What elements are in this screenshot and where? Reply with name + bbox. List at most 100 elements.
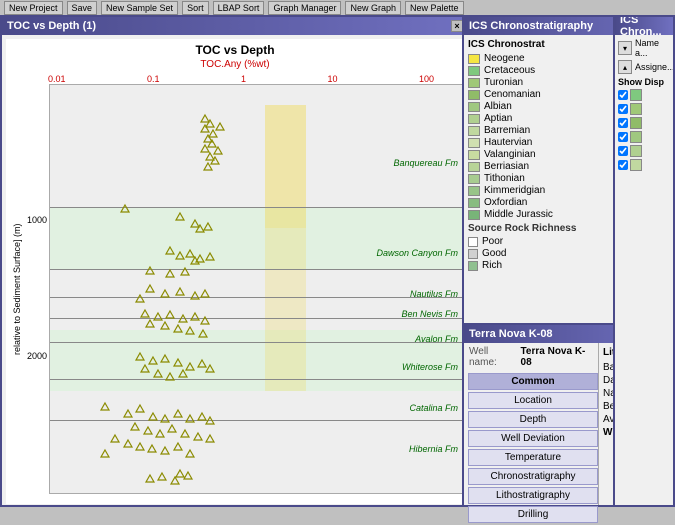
assigned-label: Assigne... — [635, 62, 675, 72]
right-panel-title-bar: ICS Chron... — [615, 17, 673, 35]
tithonian-label: Tithonian — [484, 173, 525, 184]
panel-buttons: Common Location Depth Well Deviation Tem… — [464, 371, 598, 525]
show-disp-label: Show Disp — [618, 77, 670, 87]
neogene-swatch — [468, 54, 480, 64]
well-name-label: Well name: — [469, 346, 517, 368]
valanginian-label: Valanginian — [484, 149, 536, 160]
cenomanian-label: Cenomanian — [484, 89, 541, 100]
new-graph-button[interactable]: New Graph — [345, 1, 401, 15]
x-axis: 0.01 0.1 1 10 100 — [6, 74, 464, 84]
y-axis-ticks: 1000 2000 — [24, 84, 49, 494]
kimmeridgian-label: Kimmeridgian — [484, 185, 545, 196]
kimmeridgian-swatch — [468, 186, 480, 196]
good-label: Good — [482, 248, 506, 259]
oxfordian-label: Oxfordian — [484, 197, 527, 208]
valanginian-swatch — [468, 150, 480, 160]
graph-manager-button[interactable]: Graph Manager — [268, 1, 341, 15]
terranova-window-title: Terra Nova K-08 — [469, 328, 553, 340]
assigned-check-icon[interactable]: ▴ — [618, 60, 632, 74]
middle-jurassic-label: Middle Jurassic — [484, 209, 553, 220]
temperature-button[interactable]: Temperature — [468, 449, 598, 466]
right-panel-section: ▾ Name a... ▴ Assigne... Show Disp — [615, 35, 673, 176]
right-panel-title: ICS Chron... — [620, 15, 668, 38]
sort-button[interactable]: Sort — [182, 1, 209, 15]
swatch-check-1[interactable] — [618, 90, 628, 100]
swatch-check-6[interactable] — [618, 160, 628, 170]
new-palette-button[interactable]: New Palette — [405, 1, 464, 15]
toc-depth-window: TOC vs Depth (1) × TOC vs Depth TOC.Any … — [0, 15, 470, 507]
lbap-sort-button[interactable]: LBAP Sort — [213, 1, 265, 15]
name-label: Name a... — [635, 38, 670, 58]
swatch-row-5 — [618, 145, 670, 157]
poor-checkbox[interactable] — [468, 237, 478, 247]
right-ics-panel: ICS Chron... ▾ Name a... ▴ Assigne... Sh… — [613, 15, 675, 507]
chart-plot: Banquereau Fm Dawson Canyon Fm Nautilus … — [49, 84, 464, 494]
cenomanian-swatch — [468, 90, 480, 100]
chart-title: TOC vs Depth — [6, 39, 464, 59]
ics-window-title: ICS Chronostratigraphy — [469, 20, 593, 32]
hautervian-swatch — [468, 138, 480, 148]
well-deviation-button[interactable]: Well Deviation — [468, 430, 598, 447]
swatch-row-2 — [618, 103, 670, 115]
common-button[interactable]: Common — [468, 373, 598, 390]
barremian-label: Barremian — [484, 125, 530, 136]
swatch-check-5[interactable] — [618, 146, 628, 156]
cretaceous-swatch — [468, 66, 480, 76]
x-tick-1: 0.01 — [48, 74, 66, 84]
save-button[interactable]: Save — [67, 1, 98, 15]
y-tick-2000: 2000 — [27, 351, 47, 361]
swatch-2 — [630, 103, 642, 115]
aptian-label: Aptian — [484, 113, 512, 124]
well-name-row: Well name: Terra Nova K-08 — [464, 343, 598, 371]
rich-checkbox[interactable] — [468, 261, 478, 271]
x-tick-3: 1 — [241, 74, 246, 84]
berriasian-label: Berriasian — [484, 161, 529, 172]
albian-swatch — [468, 102, 480, 112]
turonian-swatch — [468, 78, 480, 88]
new-project-button[interactable]: New Project — [4, 1, 63, 15]
well-name-value: Terra Nova K-08 — [521, 346, 593, 368]
swatch-4 — [630, 131, 642, 143]
swatch-check-4[interactable] — [618, 132, 628, 142]
swatch-row-6 — [618, 159, 670, 171]
swatch-check-3[interactable] — [618, 118, 628, 128]
y-tick-1000: 1000 — [27, 215, 47, 225]
swatch-check-2[interactable] — [618, 104, 628, 114]
good-checkbox[interactable] — [468, 249, 478, 259]
y-axis-label: relative to Sediment Surface] (m) — [6, 84, 24, 494]
location-button[interactable]: Location — [468, 392, 598, 409]
swatch-1 — [630, 89, 642, 101]
chart-x-label: TOC.Any (%wt) — [6, 59, 464, 70]
chronostratigraphy-button[interactable]: Chronostratigraphy — [468, 468, 598, 485]
swatch-row-4 — [618, 131, 670, 143]
depth-button[interactable]: Depth — [468, 411, 598, 428]
terranova-left-panel: Well name: Terra Nova K-08 Common Locati… — [464, 343, 599, 505]
hautervian-label: Hautervian — [484, 137, 532, 148]
swatch-5 — [630, 145, 642, 157]
toc-title-bar: TOC vs Depth (1) × — [2, 17, 468, 35]
aptian-swatch — [468, 114, 480, 124]
name-check-icon[interactable]: ▾ — [618, 41, 632, 55]
x-tick-4: 10 — [327, 74, 337, 84]
x-tick-5: 100 — [419, 74, 434, 84]
berriasian-swatch — [468, 162, 480, 172]
name-row: ▾ Name a... — [618, 38, 670, 58]
toc-window-title: TOC vs Depth (1) — [7, 20, 96, 32]
oxfordian-swatch — [468, 198, 480, 208]
rich-label: Rich — [482, 260, 502, 271]
chart-area: TOC vs Depth TOC.Any (%wt) 0.01 0.1 1 10… — [6, 39, 464, 504]
cretaceous-label: Cretaceous — [484, 65, 535, 76]
lithostratigraphy-button[interactable]: Lithostratigraphy — [468, 487, 598, 504]
swatch-3 — [630, 117, 642, 129]
neogene-label: Neogene — [484, 53, 525, 64]
swatch-row-1 — [618, 89, 670, 101]
albian-label: Albian — [484, 101, 512, 112]
x-tick-2: 0.1 — [147, 74, 160, 84]
drilling-button[interactable]: Drilling — [468, 506, 598, 523]
top-toolbar: New Project Save New Sample Set Sort LBA… — [0, 0, 675, 15]
barremian-swatch — [468, 126, 480, 136]
swatch-row-3 — [618, 117, 670, 129]
new-sample-set-button[interactable]: New Sample Set — [101, 1, 178, 15]
tithonian-swatch — [468, 174, 480, 184]
middle-jurassic-swatch — [468, 210, 480, 220]
